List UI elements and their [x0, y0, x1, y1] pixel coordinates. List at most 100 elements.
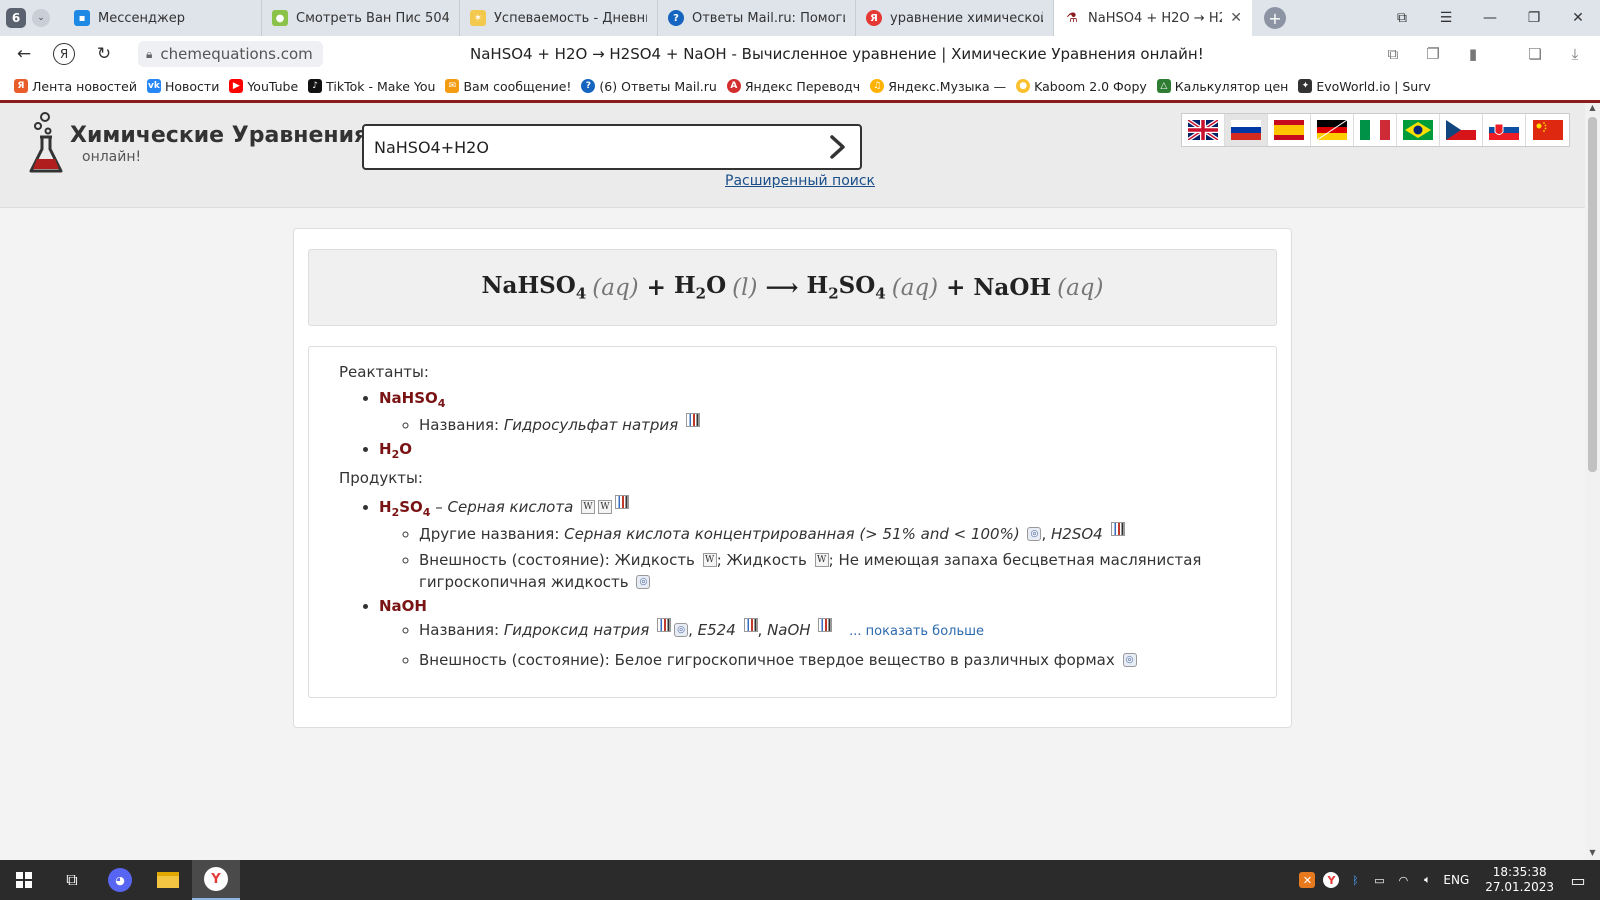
bookmark-item[interactable]: Я Лента новостей	[14, 79, 137, 94]
bookmark-panel-icon[interactable]: ⧉	[1380, 0, 1424, 36]
tab-count-badge[interactable]: 6	[6, 8, 26, 28]
flag-es-icon[interactable]	[1268, 114, 1311, 146]
compound-name: Гидросульфат натрия	[503, 416, 679, 434]
language-indicator[interactable]: ENG	[1443, 873, 1469, 887]
flag-br-icon[interactable]	[1397, 114, 1440, 146]
reload-icon[interactable]: ↻	[84, 36, 124, 72]
discord-icon[interactable]: ◕	[96, 860, 144, 900]
ilo-icon[interactable]: ◎	[674, 623, 689, 637]
tab-counter[interactable]: 6 ⌄	[0, 0, 64, 36]
bookmark-item[interactable]: A Яндекс Переводч	[726, 78, 861, 94]
new-tab-button[interactable]: +	[1264, 7, 1286, 29]
tab-otvety[interactable]: ? Ответы Mail.ru: Помогите	[658, 0, 856, 36]
scroll-down-icon[interactable]: ▼	[1585, 848, 1600, 860]
close-tab-icon[interactable]: ✕	[1230, 10, 1242, 26]
yandex-browser-icon[interactable]: Y	[192, 860, 240, 900]
file-explorer-icon[interactable]	[144, 860, 192, 900]
product-naoh[interactable]: NaOH	[973, 274, 1051, 301]
flag-it-icon[interactable]	[1354, 114, 1397, 146]
clock-time: 18:35:38	[1492, 865, 1547, 879]
yandex-home-icon[interactable]: Я	[44, 36, 84, 72]
bookmark-label: Яндекс Переводч	[744, 78, 861, 94]
bookmark-item[interactable]: ✉ Вам сообщение!	[445, 79, 571, 94]
clock[interactable]: 18:35:38 27.01.2023	[1485, 865, 1554, 895]
pubchem-icon[interactable]	[685, 413, 700, 427]
volume-icon[interactable]: 🔈︎	[1419, 872, 1435, 888]
wikipedia-icon[interactable]: W	[702, 553, 717, 567]
tab-yandex-search[interactable]: Я уравнение химической ре	[856, 0, 1054, 36]
pubchem-icon[interactable]	[657, 618, 672, 632]
language-selector	[1181, 113, 1570, 147]
domain-pill[interactable]: 🔒︎ chemequations.com	[138, 41, 323, 67]
advanced-search-link[interactable]: Расширенный поиск	[725, 173, 875, 189]
vertical-scrollbar[interactable]: ▲ ▼	[1585, 103, 1600, 860]
app-tray-icon[interactable]: ✕	[1299, 872, 1316, 888]
bluetooth-icon[interactable]: ᛒ	[1347, 872, 1363, 888]
pubchem-icon[interactable]	[615, 495, 630, 509]
compound-name: Серная кислота	[447, 498, 574, 516]
flag-ru-icon[interactable]	[1225, 114, 1268, 146]
compound-h2so4-link[interactable]: H2SO4	[379, 498, 430, 519]
minimize-button[interactable]: —	[1468, 0, 1512, 36]
chevron-down-icon[interactable]: ⌄	[32, 9, 50, 27]
flag-sk-icon[interactable]	[1483, 114, 1526, 146]
bookmark-item[interactable]: ♫ Яндекс.Музыка —	[870, 79, 1006, 94]
pubchem-icon[interactable]	[1110, 522, 1125, 536]
flag-de-icon[interactable]	[1311, 114, 1354, 146]
battery-icon[interactable]: ▭	[1371, 872, 1387, 888]
ilo-icon[interactable]: ◎	[636, 575, 651, 589]
restore-button[interactable]: ❐	[1512, 0, 1556, 36]
product-h2so4[interactable]: H2SO4	[806, 272, 885, 303]
menu-icon[interactable]: ☰	[1424, 0, 1468, 36]
close-window-button[interactable]: ✕	[1556, 0, 1600, 36]
ilo-icon[interactable]: ◎	[1027, 527, 1042, 541]
compound-naoh-link[interactable]: NaOH	[379, 597, 427, 615]
reactant-h2o[interactable]: H2O	[674, 272, 726, 303]
bookmark-item[interactable]: ● Kaboom 2.0 Фору	[1016, 79, 1147, 94]
music-icon: ♫	[870, 79, 885, 93]
wifi-icon[interactable]: ◠	[1395, 872, 1411, 888]
translate-icon[interactable]: ⧉	[1376, 39, 1410, 69]
collections-icon[interactable]: ❏	[1518, 39, 1552, 69]
tab-one-piece[interactable]: ● Смотреть Ван Пис 504 сер	[262, 0, 460, 36]
tab-messenger[interactable]: ▪ Мессенджер	[64, 0, 262, 36]
tab-dnevnik[interactable]: ✶ Успеваемость - Дневник.р	[460, 0, 658, 36]
pubchem-icon[interactable]	[743, 618, 758, 632]
page-title-display[interactable]: NaHSO4 + H2O → H2SO4 + NaOH - Вычисленно…	[470, 36, 1204, 72]
search-submit-button[interactable]	[816, 126, 860, 168]
windows-start-icon[interactable]	[0, 860, 48, 900]
bookmark-item[interactable]: vk Новости	[146, 79, 219, 94]
flag-uk-icon[interactable]	[1182, 114, 1225, 146]
pubchem-icon[interactable]	[818, 618, 833, 632]
task-view-icon[interactable]: ⧉	[48, 860, 96, 900]
bookmark-item[interactable]: △ Калькулятор цен	[1156, 79, 1288, 94]
scroll-up-icon[interactable]: ▲	[1585, 103, 1600, 115]
brand-title[interactable]: Химические Уравнения	[70, 123, 368, 148]
tab-chemequations[interactable]: ⚗ NaHSO4 + H2O → H2SO ✕	[1054, 0, 1252, 36]
download-icon[interactable]: ⤓	[1558, 39, 1592, 69]
compound-nahso4-link[interactable]: NaHSO4	[379, 389, 445, 410]
bookmark-item[interactable]: ? (6) Ответы Mail.ru	[581, 79, 717, 94]
flag-cz-icon[interactable]	[1440, 114, 1483, 146]
ilo-icon[interactable]: ◎	[1122, 653, 1137, 667]
compound-h2o-link[interactable]: H2O	[379, 440, 412, 461]
wikipedia-icon[interactable]: W	[581, 500, 596, 514]
search-input[interactable]	[364, 127, 816, 167]
wikipedia-icon[interactable]: W	[598, 500, 613, 514]
bookmark-item[interactable]: ▶ YouTube	[229, 79, 298, 94]
bookmark-item[interactable]: ♪ TikTok - Make You	[308, 79, 435, 94]
show-more-link[interactable]: ... показать больше	[849, 624, 984, 639]
flag-cn-icon[interactable]	[1526, 114, 1569, 146]
wikipedia-icon[interactable]: W	[814, 553, 829, 567]
back-arrow-icon[interactable]: ←	[4, 36, 44, 72]
bookmark-label: TikTok - Make You	[326, 78, 436, 94]
bookmark-icon[interactable]: ▮	[1456, 39, 1490, 69]
notifications-icon[interactable]: ▭	[1570, 871, 1586, 890]
extensions-icon[interactable]: ❐	[1416, 39, 1450, 69]
scrollbar-thumb[interactable]	[1588, 117, 1597, 472]
flask-logo-icon[interactable]	[28, 111, 64, 175]
yandex-tray-icon[interactable]: Y	[1323, 872, 1340, 888]
bookmark-item[interactable]: ✦ EvoWorld.io | Surv	[1298, 79, 1431, 94]
reactant-nahso4[interactable]: NaHSO4	[482, 272, 587, 303]
brand-subtitle: онлайн!	[82, 149, 142, 165]
